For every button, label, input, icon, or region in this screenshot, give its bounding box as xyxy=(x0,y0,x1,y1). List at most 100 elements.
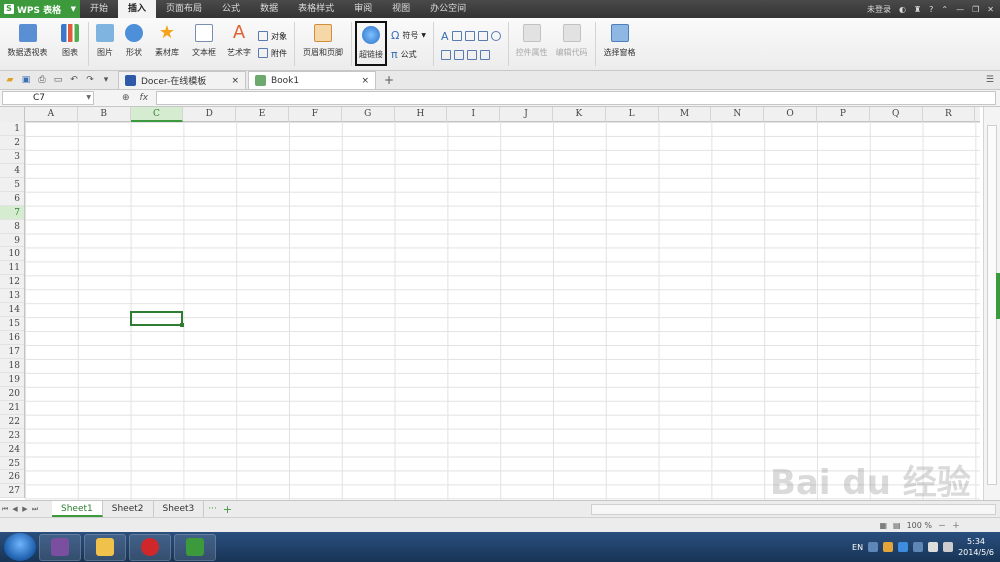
scrollbar-control-icon[interactable] xyxy=(480,49,491,60)
open-folder-icon[interactable]: ▰ xyxy=(4,74,16,86)
column-header-a[interactable]: A xyxy=(25,107,78,122)
button-control-icon[interactable] xyxy=(464,31,475,41)
column-header-j[interactable]: J xyxy=(500,107,553,122)
page-view-icon[interactable]: ▤ xyxy=(893,521,901,530)
skin-icon[interactable]: ◐ xyxy=(899,5,906,14)
zoom-out-icon[interactable]: － xyxy=(938,520,946,531)
column-header-q[interactable]: Q xyxy=(870,107,923,122)
row-header-26[interactable]: 26 xyxy=(0,470,24,485)
security-tray-icon[interactable] xyxy=(898,542,909,552)
taskbar-app-red[interactable] xyxy=(129,533,171,561)
row-header-3[interactable]: 3 xyxy=(0,150,24,164)
cell-area[interactable] xyxy=(25,122,980,500)
column-header-i[interactable]: I xyxy=(447,107,501,122)
help-tray-icon[interactable] xyxy=(868,542,879,552)
column-header-c[interactable]: C xyxy=(130,107,184,122)
row-header-24[interactable]: 24 xyxy=(0,443,24,457)
row-header-8[interactable]: 8 xyxy=(0,220,24,234)
column-header-r[interactable]: R xyxy=(923,107,976,122)
row-header-4[interactable]: 4 xyxy=(0,164,24,178)
app-menu-button[interactable]: S WPS 表格 ▼ xyxy=(0,0,80,18)
more-sheets-icon[interactable]: ··· xyxy=(208,504,217,514)
collapse-ribbon-icon[interactable]: ⌃ xyxy=(941,5,948,14)
redo-icon[interactable]: ↷ xyxy=(84,74,96,86)
login-link[interactable]: 未登录 xyxy=(867,4,891,15)
textbox-button[interactable]: 文本框 xyxy=(184,18,224,71)
tab-list-icon[interactable]: ☰ xyxy=(986,75,994,85)
sheet-tab-sheet2[interactable]: Sheet2 xyxy=(103,501,154,517)
row-header-18[interactable]: 18 xyxy=(0,359,24,373)
row-header-10[interactable]: 10 xyxy=(0,247,24,262)
vertical-scrollbar[interactable] xyxy=(983,107,1000,500)
row-header-22[interactable]: 22 xyxy=(0,415,24,429)
tab-review[interactable]: 审阅 xyxy=(344,0,382,18)
row-header-6[interactable]: 6 xyxy=(0,192,24,206)
tab-data[interactable]: 数据 xyxy=(250,0,288,18)
customize-toolbar-icon[interactable]: ▾ xyxy=(100,74,112,86)
clipart-button[interactable]: ★ 素材库 xyxy=(150,18,184,71)
shirt-icon[interactable]: ♜ xyxy=(914,5,921,14)
tab-home[interactable]: 开始 xyxy=(80,0,118,18)
print-preview-icon[interactable]: ▭ xyxy=(52,74,64,86)
tab-office-space[interactable]: 办公空间 xyxy=(420,0,476,18)
new-tab-button[interactable]: + xyxy=(384,73,394,87)
column-header-d[interactable]: D xyxy=(183,107,237,122)
shape-button[interactable]: 形状 xyxy=(118,18,150,71)
row-header-11[interactable]: 11 xyxy=(0,261,24,276)
column-header-h[interactable]: H xyxy=(395,107,448,122)
hyperlink-button[interactable]: 超链接 xyxy=(355,21,387,66)
object-button[interactable]: 对象 xyxy=(258,31,287,42)
tab-view[interactable]: 视图 xyxy=(382,0,420,18)
formula-input[interactable] xyxy=(156,91,996,105)
prev-sheet-icon[interactable]: ◀ xyxy=(10,505,20,513)
tab-page-layout[interactable]: 页面布局 xyxy=(156,0,212,18)
sheet-tab-sheet3[interactable]: Sheet3 xyxy=(154,501,205,517)
radio-control-icon[interactable] xyxy=(490,31,501,41)
row-header-15[interactable]: 15 xyxy=(0,317,24,332)
language-indicator[interactable]: EN xyxy=(852,543,863,552)
flag-tray-icon[interactable] xyxy=(928,542,939,552)
zoom-icon[interactable]: ⊕ xyxy=(122,93,130,103)
next-sheet-icon[interactable]: ▶ xyxy=(20,505,30,513)
side-panel-handle[interactable] xyxy=(996,273,1000,319)
sheet-tab-sheet1[interactable]: Sheet1 xyxy=(52,501,103,517)
zoom-level[interactable]: 100 % xyxy=(907,521,932,530)
row-header-5[interactable]: 5 xyxy=(0,178,24,192)
row-header-14[interactable]: 14 xyxy=(0,303,24,318)
column-header-p[interactable]: P xyxy=(817,107,870,122)
column-header-e[interactable]: E xyxy=(236,107,289,122)
row-header-12[interactable]: 12 xyxy=(0,275,24,290)
clock[interactable]: 5:34 2014/5/6 xyxy=(958,536,994,558)
select-all-corner[interactable] xyxy=(0,107,25,122)
tab-insert[interactable]: 插入 xyxy=(118,0,157,18)
column-header-g[interactable]: G xyxy=(342,107,395,122)
wordart-button[interactable]: A 艺术字 xyxy=(224,18,254,71)
tray-app-icon[interactable] xyxy=(883,542,894,552)
taskbar-winrar[interactable] xyxy=(39,533,81,561)
help-button[interactable]: ? xyxy=(929,5,933,14)
row-header-23[interactable]: 23 xyxy=(0,429,24,443)
taskbar-wps-spreadsheet[interactable] xyxy=(174,533,216,561)
tab-table-style[interactable]: 表格样式 xyxy=(288,0,344,18)
column-header-b[interactable]: B xyxy=(78,107,131,122)
close-tab-icon[interactable]: × xyxy=(361,76,369,86)
header-footer-button[interactable]: 页眉和页脚 xyxy=(298,18,348,71)
row-header-27[interactable]: 27 xyxy=(0,484,24,499)
pivot-table-button[interactable]: 数据透视表 xyxy=(0,18,55,71)
row-header-16[interactable]: 16 xyxy=(0,331,24,345)
close-tab-icon[interactable]: × xyxy=(231,76,239,86)
normal-view-icon[interactable]: ▦ xyxy=(879,521,887,530)
formula-button[interactable]: π 公式 xyxy=(391,48,426,61)
column-header-o[interactable]: O xyxy=(764,107,817,122)
picture-button[interactable]: 图片 xyxy=(92,18,118,71)
network-tray-icon[interactable] xyxy=(913,542,924,552)
print-icon[interactable]: ⎙ xyxy=(36,74,48,86)
add-sheet-button[interactable]: + xyxy=(223,503,232,516)
close-icon[interactable]: ✕ xyxy=(987,5,994,14)
row-header-20[interactable]: 20 xyxy=(0,387,24,401)
list-control-icon[interactable] xyxy=(441,49,452,60)
control-properties-button[interactable]: 控件属性 xyxy=(512,18,552,71)
row-header-13[interactable]: 13 xyxy=(0,289,24,304)
save-icon[interactable]: ▣ xyxy=(20,74,32,86)
undo-icon[interactable]: ↶ xyxy=(68,74,80,86)
